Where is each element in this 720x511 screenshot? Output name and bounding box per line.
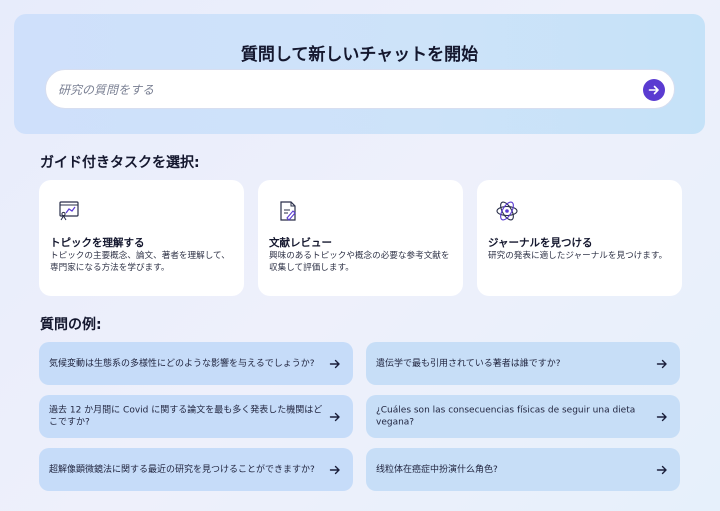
example-question-text: 超解像顕微鏡法に関する最近の研究を見つけることができますか?: [49, 464, 315, 475]
task-card-literature-review[interactable]: 文献レビュー 興味のあるトピックや概念の必要な参考文献を収集して評価します。: [258, 180, 463, 296]
task-title: トピックを理解する: [50, 237, 145, 249]
hero-panel: 質問して新しいチャットを開始: [14, 14, 705, 134]
task-description: トピックの主要概念、論文、著者を理解して、専門家になる方法を学びます。: [50, 251, 230, 273]
atom-icon: [496, 201, 518, 221]
task-title: ジャーナルを見つける: [488, 237, 593, 249]
example-question-text: 過去 12 か月間に Covid に関する論文を最も多く発表した機関はどこですか…: [49, 405, 323, 428]
arrow-right-icon: [329, 465, 340, 474]
example-question-card[interactable]: 過去 12 か月間に Covid に関する論文を最も多く発表した機関はどこですか…: [39, 395, 353, 438]
send-button[interactable]: [643, 79, 665, 101]
examples-section-title: 質問の例:: [40, 317, 102, 333]
example-question-text: ¿Cuáles son las consecuencias físicas de…: [376, 405, 636, 428]
task-description: 研究の発表に適したジャーナルを見つけます。: [488, 251, 668, 261]
arrow-right-icon: [656, 465, 667, 474]
example-question-card[interactable]: 超解像顕微鏡法に関する最近の研究を見つけることができますか?: [39, 448, 353, 491]
task-card-understand-topic[interactable]: トピックを理解する トピックの主要概念、論文、著者を理解して、専門家になる方法を…: [39, 180, 244, 296]
arrow-right-icon: [329, 359, 340, 368]
search-input[interactable]: [58, 78, 618, 102]
example-question-text: 线粒体在癌症中扮演什么角色?: [376, 464, 498, 475]
search-bar[interactable]: [45, 69, 675, 109]
task-description: 興味のあるトピックや概念の必要な参考文献を収集して評価します。: [269, 251, 450, 273]
page-title: 質問して新しいチャットを開始: [240, 45, 479, 65]
example-question-card[interactable]: ¿Cuáles son las consecuencias físicas de…: [366, 395, 680, 438]
document-pen-icon: [280, 201, 296, 221]
example-question-text: 気候変動は生態系の多様性にどのような影響を与えるでしょうか?: [49, 358, 315, 369]
example-question-text: 遺伝学で最も引用されている著者は誰ですか?: [376, 358, 561, 369]
example-question-card[interactable]: 遺伝学で最も引用されている著者は誰ですか?: [366, 342, 680, 385]
example-question-card[interactable]: 线粒体在癌症中扮演什么角色?: [366, 448, 680, 491]
arrow-right-icon: [656, 412, 667, 421]
task-card-find-journal[interactable]: ジャーナルを見つける 研究の発表に適したジャーナルを見つけます。: [477, 180, 682, 296]
arrow-right-icon: [648, 85, 659, 95]
tasks-section-title: ガイド付きタスクを選択:: [40, 155, 200, 171]
example-question-card[interactable]: 気候変動は生態系の多様性にどのような影響を与えるでしょうか?: [39, 342, 353, 385]
arrow-right-icon: [329, 412, 340, 421]
arrow-right-icon: [656, 359, 667, 368]
presentation-board-icon: [59, 201, 79, 221]
task-title: 文献レビュー: [269, 237, 332, 249]
